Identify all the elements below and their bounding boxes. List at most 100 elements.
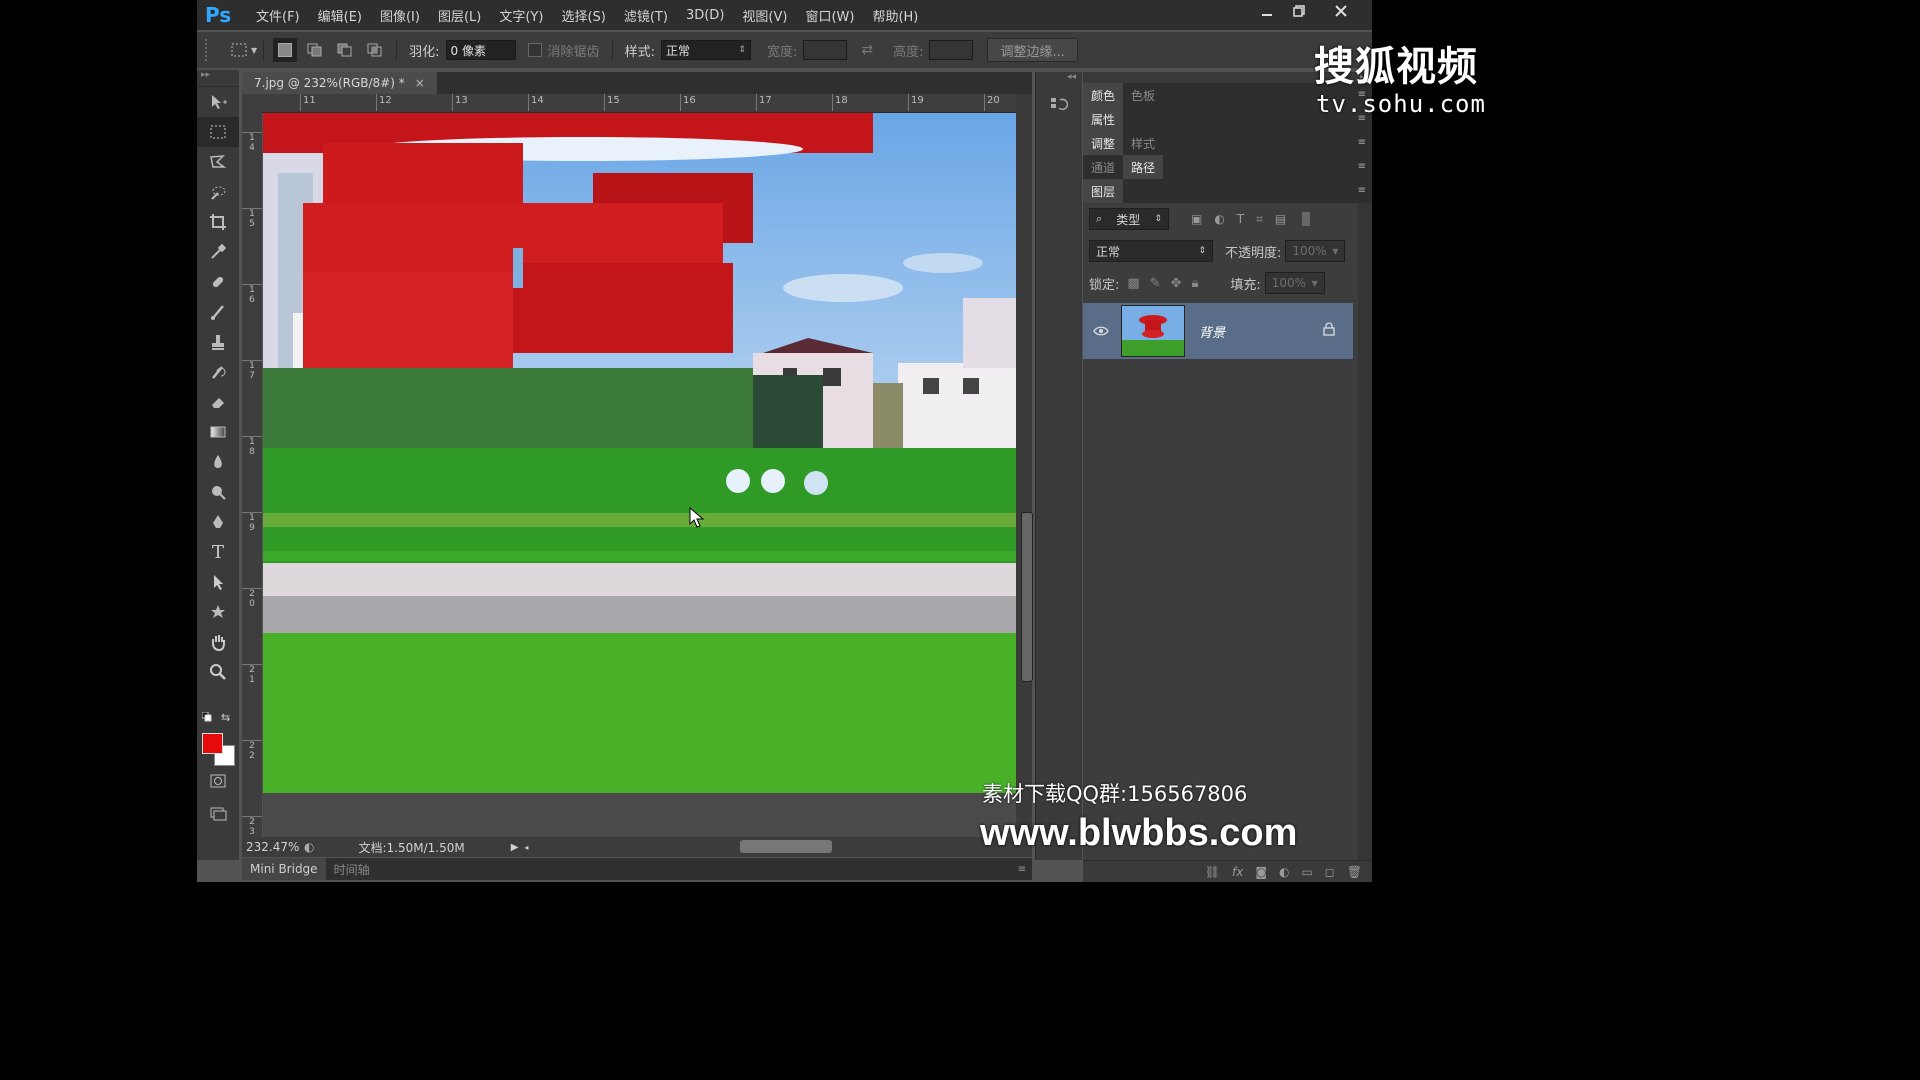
restore-button[interactable] — [1282, 0, 1316, 22]
visibility-eye-icon[interactable] — [1083, 325, 1119, 337]
new-layer-icon[interactable]: ◻ — [1325, 865, 1335, 879]
type-tool-icon[interactable]: T — [197, 537, 239, 567]
antialias-checkbox[interactable] — [527, 43, 542, 57]
swap-colors-icon[interactable]: ⇆ — [221, 711, 230, 724]
fx-icon[interactable]: fx — [1232, 865, 1243, 879]
default-colors-icon[interactable] — [201, 711, 212, 722]
delete-layer-icon[interactable]: 🗑︎ — [1347, 865, 1362, 879]
foreground-color-swatch[interactable] — [202, 733, 223, 754]
scroll-left-icon[interactable]: ◂ — [524, 843, 528, 852]
close-tab-icon[interactable]: × — [415, 76, 425, 90]
menu-help[interactable]: 帮助(H) — [863, 6, 927, 25]
panel-menu-icon[interactable]: ≡ — [1358, 161, 1366, 172]
add-selection-button[interactable] — [303, 38, 327, 62]
menu-window[interactable]: 窗口(W) — [796, 6, 863, 25]
eyedropper-tool-icon[interactable] — [197, 237, 239, 267]
document-canvas[interactable] — [263, 113, 1016, 793]
panel-menu-icon[interactable]: ≡ — [1358, 185, 1366, 196]
vertical-scrollbar[interactable] — [1016, 94, 1033, 837]
menu-3d[interactable]: 3D(D) — [677, 8, 733, 23]
layer-filter-select[interactable]: ⌕ 类型 ⇕ — [1089, 208, 1169, 230]
tab-layers[interactable]: 图层 — [1083, 179, 1124, 203]
blur-tool-icon[interactable] — [197, 447, 239, 477]
width-input[interactable] — [803, 40, 848, 60]
tab-styles[interactable]: 样式 — [1123, 131, 1163, 155]
quick-selection-tool-icon[interactable] — [197, 177, 239, 207]
layer-filter-icons[interactable]: ▣◐T⌗▤ — [1191, 212, 1298, 227]
menu-image[interactable]: 图像(I) — [371, 6, 429, 25]
custom-shape-tool-icon[interactable] — [197, 597, 239, 627]
opacity-input[interactable]: 100% ▼ — [1285, 240, 1346, 262]
minimize-button[interactable] — [1250, 0, 1284, 22]
tab-adjustments[interactable]: 调整 — [1083, 131, 1124, 155]
share-icon[interactable]: ◐ — [304, 840, 314, 854]
tab-color[interactable]: 颜色 — [1083, 83, 1124, 107]
collapse-strip-icon[interactable]: ◂◂ — [1036, 72, 1082, 82]
hand-tool-icon[interactable] — [197, 627, 239, 657]
tab-timeline[interactable]: 时间轴 — [326, 858, 378, 880]
new-selection-button[interactable] — [273, 38, 298, 62]
subtract-selection-button[interactable] — [333, 38, 357, 62]
tab-channels[interactable]: 通道 — [1083, 155, 1123, 179]
refine-edge-button[interactable]: 调整边缘... — [987, 38, 1078, 62]
menu-type[interactable]: 文字(Y) — [490, 6, 552, 25]
eraser-tool-icon[interactable] — [197, 387, 239, 417]
menu-file[interactable]: 文件(F) — [247, 6, 309, 25]
filter-toggle[interactable] — [1302, 212, 1311, 226]
panel-menu-icon[interactable]: ≡ — [1358, 137, 1366, 148]
layer-row-background[interactable]: 背景 — [1083, 303, 1353, 359]
brush-tool-icon[interactable] — [197, 297, 239, 327]
clone-stamp-tool-icon[interactable] — [197, 327, 239, 357]
fill-input[interactable]: 100% ▼ — [1264, 272, 1325, 294]
height-input[interactable] — [929, 40, 974, 60]
new-group-icon[interactable]: ▭ — [1301, 865, 1312, 879]
link-layers-icon[interactable]: ⛓ — [1205, 865, 1220, 879]
zoom-level[interactable]: 232.47% — [246, 840, 302, 854]
tab-mini-bridge[interactable]: Mini Bridge — [242, 858, 326, 880]
vertical-scroll-thumb[interactable] — [1021, 512, 1033, 682]
feather-input[interactable]: 0 像素 — [445, 40, 516, 60]
document-tab[interactable]: 7.jpg @ 232%(RGB/8#) * × — [242, 72, 437, 94]
lasso-tool-icon[interactable] — [197, 147, 239, 177]
dodge-tool-icon[interactable] — [197, 477, 239, 507]
new-selection-icon — [278, 43, 293, 57]
intersect-selection-button[interactable] — [363, 38, 387, 62]
layer-filter-value: 类型 — [1116, 212, 1141, 227]
move-tool-icon[interactable] — [197, 87, 239, 117]
screen-mode-icon[interactable] — [197, 798, 239, 828]
tab-properties[interactable]: 属性 — [1083, 107, 1124, 131]
layers-scrollbar[interactable] — [1358, 203, 1372, 871]
menu-layer[interactable]: 图层(L) — [429, 6, 490, 25]
rect-marquee-tool-icon[interactable] — [197, 117, 239, 147]
toolbox-collapse-icon[interactable]: ▸▸ — [197, 70, 239, 87]
history-brush-tool-icon[interactable] — [197, 357, 239, 387]
ruler-tick: 11 — [300, 94, 316, 111]
tool-preset-picker[interactable]: ▼ — [229, 40, 257, 60]
ps-logo: Ps — [205, 3, 232, 27]
divider — [611, 39, 613, 61]
add-mask-icon[interactable]: ◙ — [1255, 865, 1267, 879]
tab-paths[interactable]: 路径 — [1123, 155, 1164, 179]
menu-edit[interactable]: 编辑(E) — [309, 6, 371, 25]
crop-tool-icon[interactable] — [197, 207, 239, 237]
horizontal-scroll-thumb[interactable] — [740, 840, 832, 853]
zoom-tool-icon[interactable] — [197, 657, 239, 687]
panel-menu-icon[interactable]: ≡ — [1018, 864, 1026, 875]
tab-swatches[interactable]: 色板 — [1123, 83, 1163, 107]
menu-select[interactable]: 选择(S) — [552, 6, 614, 25]
close-window-button[interactable] — [1324, 0, 1358, 22]
style-select[interactable]: 正常 ⇕ — [660, 40, 751, 60]
menu-filter[interactable]: 滤镜(T) — [615, 6, 677, 25]
healing-brush-tool-icon[interactable] — [197, 267, 239, 297]
path-selection-tool-icon[interactable] — [197, 567, 239, 597]
blend-mode-select[interactable]: 正常 ⇕ — [1089, 240, 1213, 262]
gradient-tool-icon[interactable] — [197, 417, 239, 447]
adjustment-layer-icon[interactable]: ◐ — [1279, 865, 1289, 879]
pen-tool-icon[interactable] — [197, 507, 239, 537]
history-panel-icon[interactable] — [1050, 96, 1082, 118]
menu-view[interactable]: 视图(V) — [733, 6, 796, 25]
quick-mask-icon[interactable] — [197, 766, 239, 796]
swap-dimensions-icon[interactable]: ⇄ — [861, 42, 873, 58]
status-menu-arrow-icon[interactable]: ▶ — [511, 842, 519, 853]
lock-options-icons[interactable]: ▩✎✥🔒︎ — [1127, 276, 1208, 291]
